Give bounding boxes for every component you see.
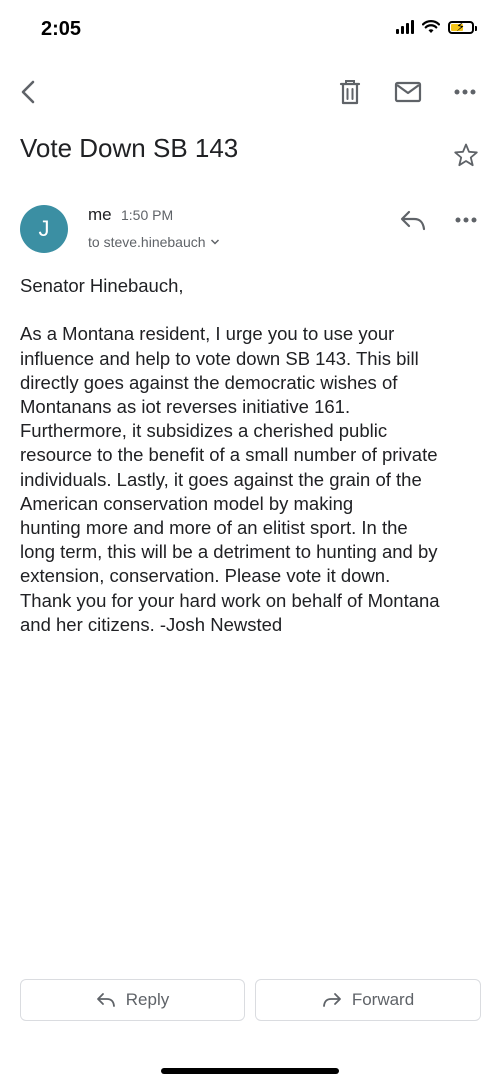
body-line: As a Montana resident, I urge you to use… [20, 323, 395, 345]
recipient-text: to steve.hinebauch [88, 234, 206, 250]
body-line: long term, this will be a detriment to h… [20, 541, 438, 563]
forward-button[interactable]: Forward [255, 979, 481, 1021]
reply-label: Reply [125, 990, 170, 1009]
trash-icon[interactable] [336, 77, 364, 107]
email-subject: Vote Down SB 143 [20, 133, 239, 163]
reply-icon [96, 993, 115, 1007]
status-icons: ⚡ [396, 20, 477, 34]
forward-icon [322, 993, 341, 1007]
battery-charging-icon: ⚡ [448, 20, 477, 34]
message-more-options-icon[interactable] [452, 210, 480, 230]
sender-name: me [88, 205, 112, 224]
body-line: extension, conservation. Please vote it … [20, 565, 391, 587]
email-body: Senator Hinebauch, As a Montana resident… [20, 274, 485, 637]
star-icon[interactable] [453, 142, 479, 168]
email-greeting: Senator Hinebauch, [20, 275, 184, 296]
more-options-icon[interactable] [450, 82, 480, 102]
mail-icon[interactable] [394, 80, 422, 104]
forward-label: Forward [351, 990, 415, 1009]
body-line: Thank you for your hard work on behalf o… [20, 589, 440, 611]
body-line: American conservation model by making [20, 492, 354, 514]
status-bar: 2:05 ⚡ [0, 0, 500, 60]
home-indicator[interactable] [161, 1068, 339, 1074]
email-paragraph: As a Montana resident, I urge you to use… [20, 322, 485, 637]
sent-time: 1:50 PM [121, 207, 174, 223]
chevron-down-icon [210, 239, 219, 245]
reply-arrow-icon[interactable] [399, 208, 427, 232]
body-line: Montanans as iot reverses initiative 161… [20, 396, 351, 417]
toolbar [0, 66, 500, 118]
reply-button[interactable]: Reply [20, 979, 245, 1021]
body-line: and her citizens. -Josh Newsted [20, 613, 283, 635]
body-line: resource to the benefit of a small numbe… [20, 444, 438, 466]
body-line: directly goes against the democratic wis… [20, 371, 398, 393]
avatar: J [20, 205, 68, 253]
status-time: 2:05 [41, 18, 82, 40]
body-line: hunting more and more of an elitist spor… [20, 517, 408, 539]
cellular-signal-icon [396, 20, 414, 34]
recipient-details[interactable]: to steve.hinebauch [88, 234, 220, 250]
body-line: Furthermore, it subsidizes a cherished p… [20, 420, 388, 442]
body-line: influence and help to vote down SB 143. … [20, 347, 419, 369]
wifi-icon [422, 20, 440, 33]
back-arrow-icon[interactable] [14, 76, 46, 108]
body-line: individuals. Lastly, it goes against the… [20, 468, 422, 490]
